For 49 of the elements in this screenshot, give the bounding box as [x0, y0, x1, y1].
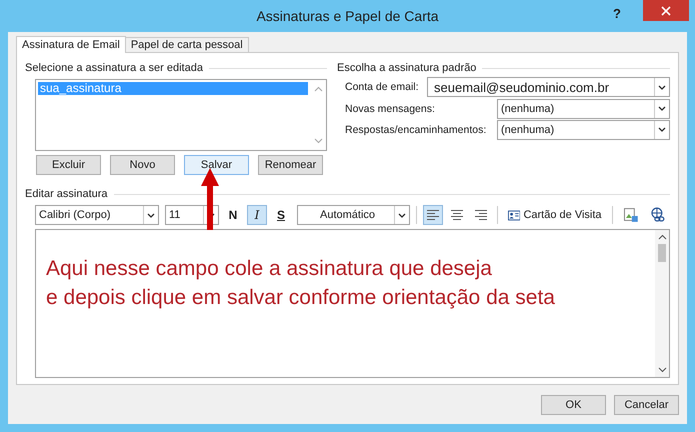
dialog-button[interactable]: Cancelar [614, 394, 679, 414]
business-card-button[interactable]: Cartão de Visita [504, 205, 606, 225]
section-heading: Escolha a assinatura padrão [337, 62, 476, 74]
dialog-button[interactable]: Renomear [258, 155, 323, 175]
tab[interactable]: Assinatura de Email [16, 36, 126, 53]
section-heading: Selecione a assinatura a ser editada [25, 62, 203, 74]
format-button[interactable]: S [271, 205, 291, 225]
help-button[interactable]: ? [613, 6, 621, 21]
chevron-down-icon [147, 212, 155, 218]
tab[interactable]: Papel de carta pessoal [124, 37, 249, 52]
align-icon [426, 210, 439, 220]
picture-icon [622, 207, 638, 223]
close-button[interactable] [643, 0, 689, 21]
arrow-annotation [201, 168, 219, 230]
format-button[interactable]: N [223, 205, 243, 225]
format-button[interactable]: I [247, 205, 267, 225]
field-label: Novas mensagens: [345, 102, 436, 114]
dialog-button[interactable]: Salvar [184, 155, 249, 175]
close-icon [661, 6, 671, 16]
dialog-button[interactable]: Novo [110, 155, 175, 175]
align-icon [450, 210, 463, 220]
link-globe-icon [650, 207, 666, 223]
dialog-button[interactable]: Excluir [36, 155, 101, 175]
window-title: Assinaturas e Papel de Carta [256, 8, 439, 24]
dropdown[interactable]: (nenhuma) [497, 120, 670, 140]
section-heading: Editar assinatura [25, 188, 108, 200]
field-label: Respostas/encaminhamentos: [345, 124, 488, 136]
field-label: Conta de email: [345, 81, 420, 93]
scroll-down-icon [658, 367, 666, 373]
scroll-up-icon [658, 234, 666, 240]
color-dropdown[interactable]: Automático [297, 205, 410, 225]
scroll-thumb[interactable] [658, 244, 666, 262]
align-icon [474, 210, 487, 220]
dialog-button[interactable]: OK [541, 394, 606, 414]
scroll-up-icon [314, 86, 322, 92]
scroll-down-icon [314, 138, 322, 144]
contact-card-icon [508, 210, 520, 220]
chevron-down-icon [658, 127, 666, 132]
chevron-down-icon [658, 84, 666, 90]
signature-editor[interactable]: Aqui nesse campo cole a assinatura que deseja e depois clique em salvar conforme orientação da seta [35, 229, 670, 378]
annotation-text: Aqui nesse campo cole a assinatura que deseja [46, 256, 493, 282]
scrollbar[interactable] [655, 230, 669, 377]
chevron-down-icon [398, 212, 406, 218]
dropdown[interactable]: (nenhuma) [497, 98, 670, 118]
annotation-text: e depois clique em salvar conforme orientação da seta [46, 285, 556, 311]
dropdown[interactable]: seuemail@seudominio.com.br [427, 77, 670, 97]
font-dropdown[interactable]: Calibri (Corpo) [35, 205, 159, 225]
align-button[interactable] [422, 205, 443, 225]
chevron-down-icon [658, 106, 666, 111]
